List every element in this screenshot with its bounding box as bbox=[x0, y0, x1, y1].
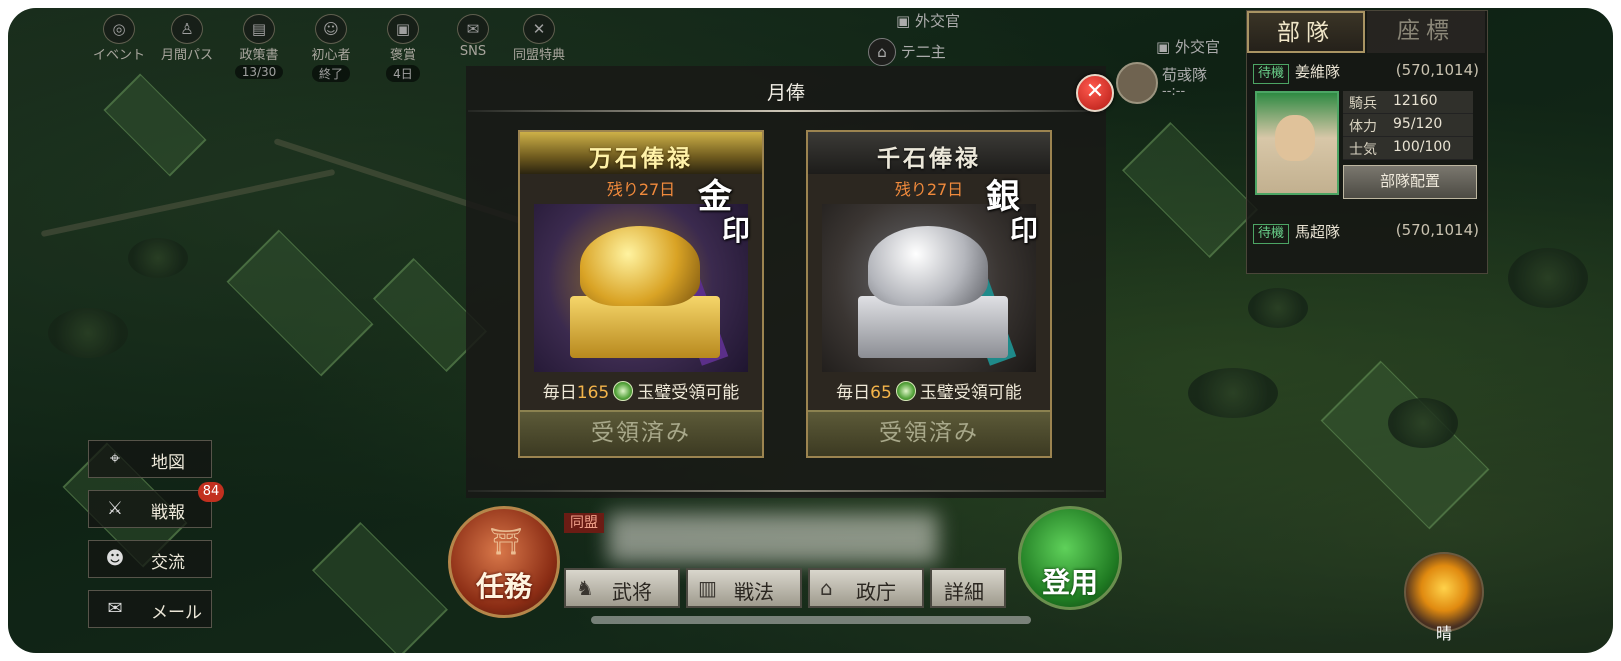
home-indicator[interactable] bbox=[591, 616, 1031, 624]
unit-status-badge: 待機 bbox=[1253, 224, 1290, 244]
daily-reward: 毎日65 玉璧受領可能 bbox=[808, 378, 1050, 403]
seal-knob bbox=[868, 226, 988, 306]
card-name: 万石俸禄 bbox=[589, 146, 693, 172]
stat-row: 士気 100/100 bbox=[1343, 137, 1473, 160]
stat-key: 士気 bbox=[1349, 142, 1377, 158]
general-icon: ♞ bbox=[576, 576, 594, 600]
tactics-icon: ▥ bbox=[698, 576, 717, 600]
bottom-button-label: 戦法 bbox=[734, 580, 774, 604]
daily-prefix: 毎日 bbox=[836, 383, 871, 403]
silver-seal-stamp: 銀印 bbox=[986, 180, 1050, 250]
daily-reward: 毎日165 玉璧受領可能 bbox=[520, 378, 762, 403]
bottom-button-label: 政庁 bbox=[856, 580, 896, 604]
deploy-unit-button[interactable]: 部隊配置 bbox=[1343, 165, 1477, 199]
weather-label: 晴 bbox=[1436, 624, 1453, 643]
temple-icon: ⛩ bbox=[489, 527, 523, 557]
crossed-swords-icon: ⚔ bbox=[106, 498, 124, 519]
stat-value: 12160 bbox=[1393, 93, 1438, 109]
bottom-button-label: 武将 bbox=[612, 580, 652, 604]
tab-units[interactable]: 部隊 bbox=[1247, 11, 1365, 53]
government-icon: ⌂ bbox=[820, 576, 833, 600]
battle-report-badge: 84 bbox=[198, 482, 224, 502]
daily-suffix: 玉璧受領可能 bbox=[637, 383, 740, 403]
side-button-label: 地図 bbox=[151, 453, 185, 473]
unit-row[interactable]: 待機 姜維隊 (570,1014) bbox=[1253, 61, 1479, 85]
alliance-chat-tag[interactable]: 同盟 bbox=[564, 513, 604, 533]
unit-panel: 部隊 座標 待機 姜維隊 (570,1014) 騎兵 12160 体力 95/120 … bbox=[1246, 10, 1488, 274]
unit-row[interactable]: 待機 馬超隊 (570,1014) bbox=[1253, 221, 1479, 245]
stat-key: 騎兵 bbox=[1349, 96, 1377, 112]
mail-button[interactable]: ✉ メール bbox=[88, 590, 212, 628]
people-icon: ☻ bbox=[105, 548, 125, 569]
title-divider bbox=[468, 110, 1104, 112]
unit-coordinates: (570,1014) bbox=[1395, 221, 1479, 239]
seal-knob bbox=[580, 226, 700, 306]
stamp-char: 印 bbox=[1010, 214, 1039, 247]
dialog-title: 月俸 bbox=[766, 82, 805, 104]
unit-coordinates: (570,1014) bbox=[1395, 61, 1479, 79]
stipend-card-silver[interactable]: 千石俸禄 残り27日 銀印 毎日65 玉璧受領可能 受領済み bbox=[806, 130, 1052, 458]
stat-value: 95/120 bbox=[1393, 116, 1443, 132]
side-button-label: 交流 bbox=[151, 553, 185, 573]
recruit-button[interactable]: 登用 bbox=[1018, 506, 1122, 610]
unit-status-badge: 待機 bbox=[1253, 64, 1290, 84]
generals-button[interactable]: ♞ 武将 bbox=[564, 568, 680, 608]
mission-button[interactable]: ⛩ 任務 bbox=[448, 506, 560, 618]
battle-report-button[interactable]: ⚔ 戦報 bbox=[88, 490, 212, 528]
map-button[interactable]: ⌖ 地図 bbox=[88, 440, 212, 478]
jade-disc-icon bbox=[895, 381, 916, 401]
map-pin-icon: ⌖ bbox=[109, 448, 121, 469]
claimed-button[interactable]: 受領済み bbox=[808, 410, 1050, 456]
card-name: 千石俸禄 bbox=[877, 146, 981, 172]
tactics-button[interactable]: ▥ 戦法 bbox=[686, 568, 802, 608]
stat-row: 体力 95/120 bbox=[1343, 114, 1473, 137]
stipend-card-gold[interactable]: 万石俸禄 残り27日 金印 毎日165 玉璧受領可能 受領済み bbox=[518, 130, 764, 458]
details-button[interactable]: 詳細 bbox=[930, 568, 1006, 608]
stat-value: 100/100 bbox=[1393, 139, 1452, 155]
tab-coordinates[interactable]: 座標 bbox=[1367, 11, 1485, 53]
daily-amount: 65 bbox=[870, 383, 892, 403]
daily-amount: 165 bbox=[576, 383, 610, 403]
daily-prefix: 毎日 bbox=[542, 383, 577, 403]
side-button-label: 戦報 bbox=[151, 503, 185, 523]
unit-name: 馬超隊 bbox=[1295, 223, 1341, 241]
stat-key: 体力 bbox=[1349, 119, 1377, 135]
unit-name: 姜維隊 bbox=[1295, 63, 1341, 81]
game-screen: ◎ イベント ♙ 月間パス ▤ 政策書 13/30 ☺ 初心者 終了 ▣ 褒賞 … bbox=[8, 8, 1613, 653]
bottom-button-label: 詳細 bbox=[944, 580, 984, 604]
side-button-label: メール bbox=[151, 603, 202, 623]
close-icon: ✕ bbox=[1085, 79, 1105, 104]
daily-suffix: 玉璧受領可能 bbox=[919, 383, 1022, 403]
government-button[interactable]: ⌂ 政庁 bbox=[808, 568, 924, 608]
stamp-char: 金 bbox=[698, 177, 732, 217]
bottom-divider bbox=[468, 490, 1104, 492]
stat-row: 騎兵 12160 bbox=[1343, 91, 1473, 114]
jade-disc-icon bbox=[613, 381, 634, 401]
claimed-button[interactable]: 受領済み bbox=[520, 410, 762, 456]
stamp-char: 印 bbox=[722, 214, 751, 247]
close-button[interactable]: ✕ bbox=[1076, 74, 1114, 112]
mission-label: 任務 bbox=[475, 570, 532, 603]
gold-seal-stamp: 金印 bbox=[698, 180, 762, 250]
chat-area-blurred bbox=[608, 513, 938, 563]
recruit-label: 登用 bbox=[1041, 566, 1098, 599]
stamp-char: 銀 bbox=[986, 177, 1020, 217]
mail-icon: ✉ bbox=[107, 598, 123, 619]
general-portrait[interactable] bbox=[1255, 91, 1339, 195]
social-button[interactable]: ☻ 交流 bbox=[88, 540, 212, 578]
